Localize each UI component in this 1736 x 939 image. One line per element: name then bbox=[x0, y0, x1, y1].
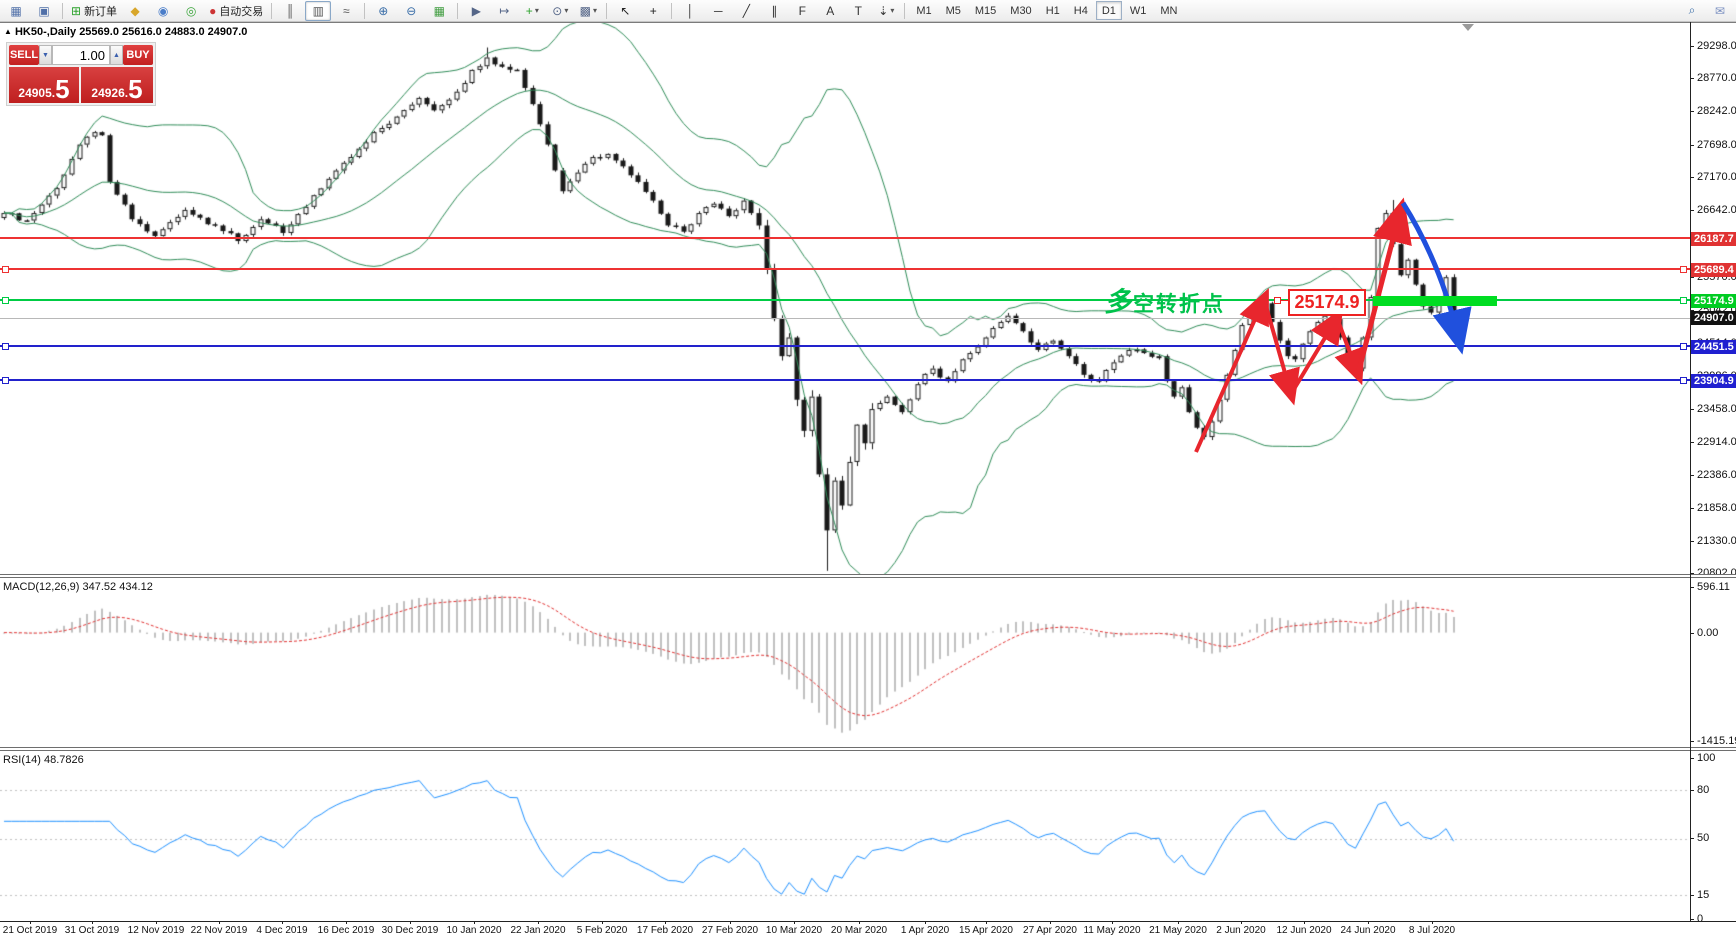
sell-price-int: 24905 bbox=[18, 86, 52, 100]
volume-input[interactable]: 1.00 bbox=[52, 45, 110, 65]
ohlc-quote: 25569.0 25616.0 24883.0 24907.0 bbox=[79, 26, 248, 38]
sell-button[interactable]: SELL bbox=[9, 45, 39, 65]
symbol-header: ▲ HK50-,Daily 25569.0 25616.0 24883.0 24… bbox=[4, 26, 247, 38]
red-trend-arrow-2[interactable] bbox=[1262, 298, 1300, 406]
rsi-indicator-label: RSI(14) 48.7826 bbox=[3, 754, 84, 766]
blue-trend-arrow[interactable] bbox=[1400, 201, 1472, 355]
one-click-trading-panel: SELL ▼ 1.00 ▲ BUY 24905. 5 24926. 5 bbox=[6, 42, 156, 106]
support-zone-bar[interactable] bbox=[1373, 296, 1497, 306]
red-trend-arrow-3[interactable] bbox=[1289, 307, 1344, 396]
symbol-period-label: HK50-,Daily bbox=[14, 26, 77, 38]
rsi-panel-divider[interactable] bbox=[0, 747, 1736, 751]
annotation-text[interactable]: 多空转折点 bbox=[1104, 280, 1225, 319]
macd-panel-divider[interactable] bbox=[0, 574, 1736, 578]
time-axis-border bbox=[0, 921, 1736, 922]
price-axis-border bbox=[1690, 22, 1691, 921]
collapse-icon[interactable]: ▲ bbox=[4, 27, 12, 36]
red-trend-arrow-4[interactable] bbox=[1334, 317, 1365, 386]
macd-indicator-label: MACD(12,26,9) 347.52 434.12 bbox=[3, 581, 153, 593]
red-trend-arrow-1[interactable] bbox=[1194, 288, 1269, 453]
mt4-window: ▦▣⊞新订单◆◉◎●自动交易║▥≈⊕⊖▦▶↦+▾⊙▾▩▾↖+│─╱∥FAT⇣▾M… bbox=[0, 0, 1736, 939]
annotation-first-char: 多 bbox=[1104, 287, 1133, 317]
price-label-anchor bbox=[1274, 297, 1281, 304]
buy-price-dec: 5 bbox=[128, 74, 143, 104]
price-label-box[interactable]: 25174.9 bbox=[1288, 289, 1366, 316]
chart-top-border bbox=[0, 22, 1736, 23]
sell-price-button[interactable]: 24905. 5 bbox=[9, 67, 79, 103]
trend-arrows[interactable] bbox=[0, 0, 1736, 939]
chart-shift-marker[interactable] bbox=[1462, 24, 1474, 31]
buy-button[interactable]: BUY bbox=[123, 45, 153, 65]
volume-decrease-button[interactable]: ▼ bbox=[39, 45, 52, 65]
buy-price-int: 24926 bbox=[91, 86, 125, 100]
sell-price-dec: 5 bbox=[55, 74, 70, 104]
volume-increase-button[interactable]: ▲ bbox=[110, 45, 123, 65]
buy-price-button[interactable]: 24926. 5 bbox=[81, 67, 153, 103]
